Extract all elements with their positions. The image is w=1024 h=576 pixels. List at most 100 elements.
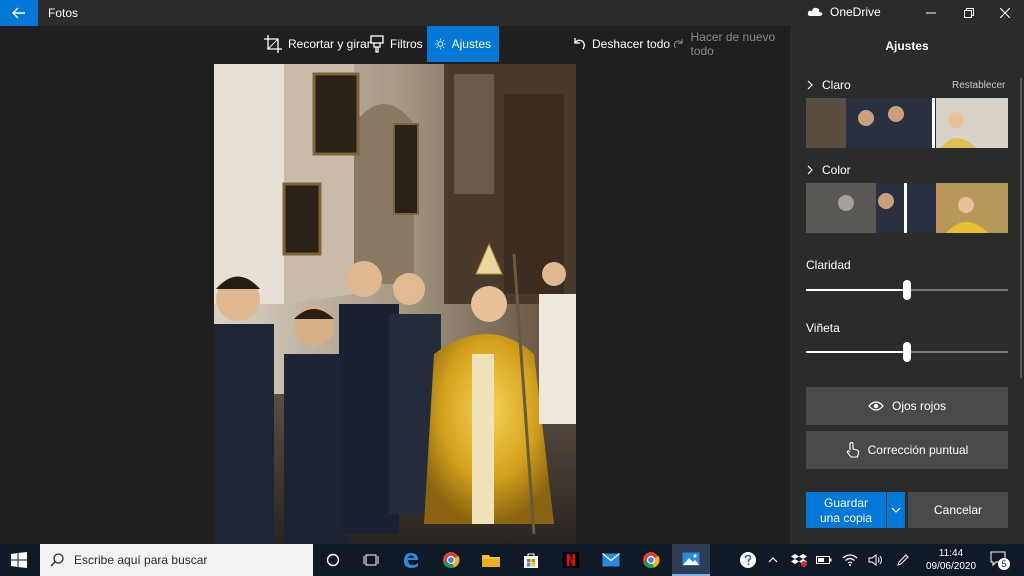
- store-bag-icon: [524, 553, 538, 568]
- chevron-right-icon: [807, 165, 813, 175]
- battery-tray-icon[interactable]: [814, 544, 834, 576]
- red-eye-button[interactable]: Ojos rojos: [806, 387, 1008, 425]
- action-center-button[interactable]: 5: [986, 544, 1014, 576]
- file-explorer-taskbar-icon[interactable]: [472, 544, 510, 576]
- spot-fix-button[interactable]: Corrección puntual: [806, 431, 1008, 469]
- minimize-button[interactable]: [912, 0, 950, 26]
- undo-all-label: Deshacer todo: [592, 37, 671, 51]
- maximize-button[interactable]: [950, 0, 988, 26]
- close-button[interactable]: [986, 0, 1024, 26]
- adjustments-tab[interactable]: Ajustes: [427, 26, 499, 62]
- redo-all-button[interactable]: Hacer de nuevo todo: [665, 26, 790, 62]
- color-strip[interactable]: [806, 183, 1008, 233]
- crop-icon: [264, 35, 282, 53]
- dropbox-icon: [791, 554, 807, 567]
- edited-photo[interactable]: [214, 64, 576, 544]
- pen-icon: [897, 554, 909, 566]
- light-strip-image: [806, 98, 1008, 148]
- search-placeholder: Escribe aquí para buscar: [74, 553, 208, 567]
- red-eye-label: Ojos rojos: [891, 399, 947, 413]
- title-bar: Fotos OneDrive: [0, 0, 1024, 26]
- edge-taskbar-icon[interactable]: [392, 544, 430, 576]
- redo-all-label: Hacer de nuevo todo: [690, 30, 776, 58]
- vignette-slider-fill: [806, 351, 907, 353]
- panel-scrollbar[interactable]: [1020, 78, 1022, 378]
- clarity-slider-thumb[interactable]: [903, 280, 911, 300]
- task-view-button[interactable]: [352, 544, 390, 576]
- save-copy-button[interactable]: Guardar una copia: [806, 492, 886, 528]
- system-clock[interactable]: 11:44 09/06/2020: [918, 547, 984, 573]
- clock-date: 09/06/2020: [925, 561, 977, 572]
- show-hidden-icons-button[interactable]: [764, 544, 782, 576]
- minimize-icon: [926, 12, 936, 14]
- photos-taskbar-icon[interactable]: [672, 544, 710, 576]
- chevron-right-icon: [807, 80, 813, 90]
- taskbar: Escribe aquí para buscar 11:44 09/06/202…: [0, 544, 1024, 576]
- vignette-label: Viñeta: [806, 321, 840, 335]
- chrome-taskbar-icon[interactable]: [432, 544, 470, 576]
- chevron-down-icon: [891, 507, 901, 513]
- touch-hand-icon: [846, 442, 859, 458]
- back-button[interactable]: [0, 0, 38, 26]
- cancel-button[interactable]: Cancelar: [908, 492, 1008, 528]
- app-title: Fotos: [48, 6, 79, 20]
- cloud-icon: [807, 7, 823, 16]
- photo-image: [214, 64, 576, 544]
- taskbar-search[interactable]: Escribe aquí para buscar: [40, 544, 313, 576]
- netflix-taskbar-icon[interactable]: [552, 544, 590, 576]
- speaker-icon: [868, 554, 882, 566]
- store-taskbar-icon[interactable]: [512, 544, 550, 576]
- redo-icon: [673, 39, 683, 49]
- volume-tray-icon[interactable]: [866, 544, 886, 576]
- back-arrow-icon: [12, 7, 25, 19]
- crop-rotate-button[interactable]: Recortar y girar: [256, 26, 379, 62]
- editor-toolbar: Recortar y girar Filtros Ajustes Deshace…: [0, 26, 790, 62]
- folder-icon: [482, 555, 500, 567]
- light-label: Claro: [822, 78, 851, 92]
- close-icon: [1000, 8, 1010, 18]
- filters-label: Filtros: [390, 37, 423, 51]
- vignette-slider-thumb[interactable]: [903, 342, 911, 362]
- search-icon: [50, 553, 64, 567]
- adjustments-label: Ajustes: [451, 37, 491, 51]
- color-label: Color: [822, 163, 851, 177]
- sun-icon: [435, 38, 446, 50]
- undo-all-button[interactable]: Deshacer todo: [564, 26, 678, 62]
- chrome-taskbar-icon-2[interactable]: [632, 544, 670, 576]
- chevron-up-icon: [768, 557, 778, 563]
- help-icon: [740, 552, 756, 568]
- filters-button[interactable]: Filtros: [362, 26, 431, 62]
- clarity-label: Claridad: [806, 258, 851, 272]
- clock-time: 11:44: [938, 548, 964, 559]
- photo-canvas: [0, 62, 790, 544]
- help-tray-button[interactable]: [736, 544, 760, 576]
- clarity-slider[interactable]: [806, 280, 1008, 300]
- clarity-slider-fill: [806, 289, 907, 291]
- pen-tray-icon[interactable]: [892, 544, 914, 576]
- onedrive-label: OneDrive: [830, 5, 881, 19]
- color-section-toggle[interactable]: Color: [806, 163, 851, 177]
- light-strip[interactable]: [806, 98, 1008, 148]
- photos-icon: [682, 552, 700, 566]
- color-strip-image: [806, 183, 1008, 233]
- task-view-icon: [363, 554, 379, 566]
- reset-link[interactable]: Restablecer: [952, 80, 1005, 91]
- cortana-icon: [326, 553, 340, 567]
- dropbox-tray-icon[interactable]: [788, 544, 810, 576]
- wifi-tray-icon[interactable]: [840, 544, 860, 576]
- battery-icon: [816, 556, 832, 564]
- notification-count: 5: [998, 558, 1010, 570]
- chrome-icon: [643, 552, 660, 569]
- cortana-button[interactable]: [314, 544, 352, 576]
- start-button[interactable]: [0, 544, 38, 576]
- mail-taskbar-icon[interactable]: [592, 544, 630, 576]
- light-section-toggle[interactable]: Claro: [806, 78, 851, 92]
- netflix-icon: [563, 552, 579, 568]
- onedrive-status[interactable]: OneDrive: [807, 5, 881, 19]
- mail-icon: [602, 553, 620, 567]
- restore-icon: [964, 8, 974, 18]
- chrome-icon: [443, 552, 460, 569]
- vignette-slider[interactable]: [806, 342, 1008, 362]
- save-options-dropdown[interactable]: [887, 492, 905, 528]
- edge-icon: [404, 553, 418, 568]
